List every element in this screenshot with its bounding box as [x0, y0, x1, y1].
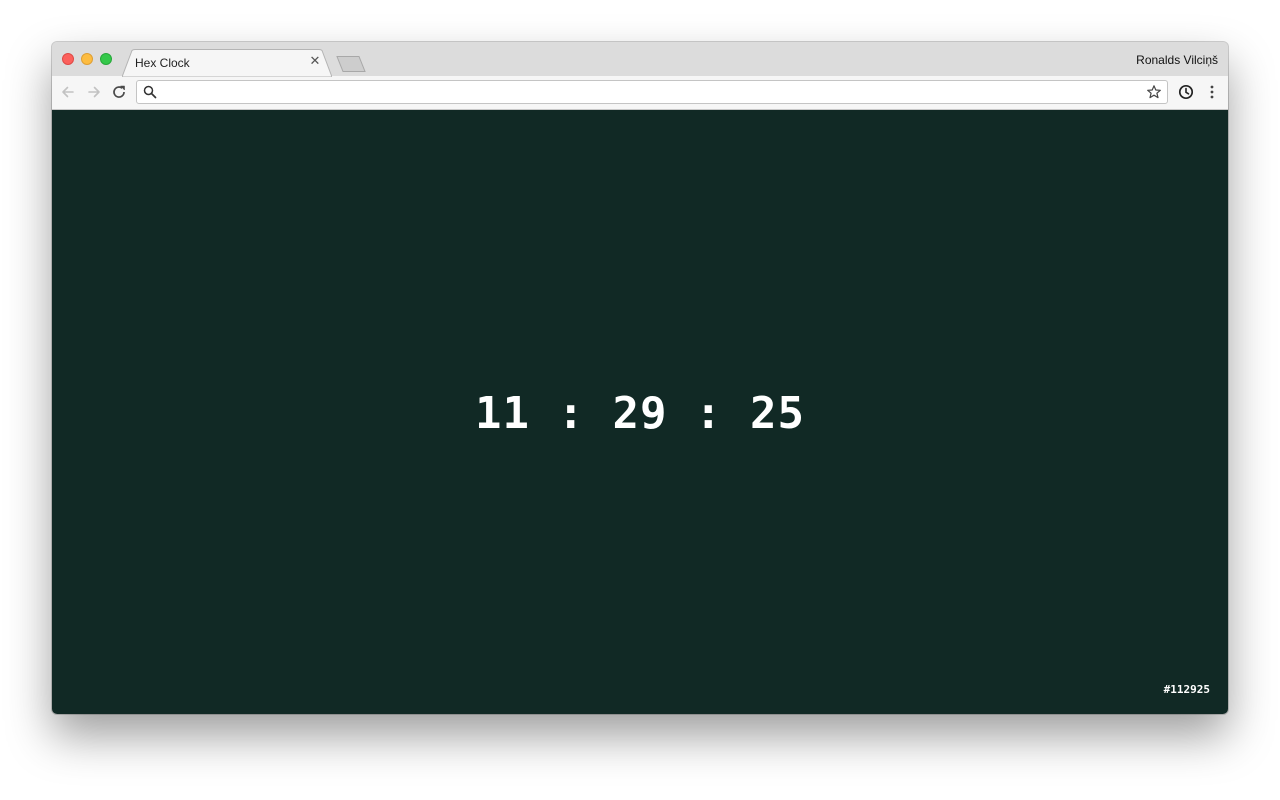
window-minimize-button[interactable] — [81, 53, 93, 65]
search-icon — [143, 85, 157, 99]
star-icon[interactable] — [1146, 84, 1162, 100]
kebab-menu-icon[interactable] — [1202, 82, 1222, 102]
window-close-button[interactable] — [62, 53, 74, 65]
address-input[interactable] — [163, 84, 1147, 102]
reload-icon[interactable] — [109, 82, 129, 102]
close-icon[interactable]: ✕ — [308, 54, 322, 68]
arrow-right-icon[interactable] — [84, 82, 104, 102]
clock-icon[interactable] — [1176, 82, 1196, 102]
arrow-left-icon[interactable] — [58, 82, 78, 102]
page-content: 11 : 29 : 25 #112925 — [52, 110, 1228, 714]
clock-seconds: 25 — [749, 388, 805, 439]
window-maximize-button[interactable] — [100, 53, 112, 65]
hex-color-label: #112925 — [1163, 683, 1210, 696]
clock-display: 11 : 29 : 25 — [52, 384, 1228, 444]
tab-title: Hex Clock — [135, 56, 190, 70]
clock-separator: : — [557, 388, 585, 439]
address-bar[interactable] — [136, 80, 1168, 104]
browser-window: Hex Clock ✕ Ronalds Vilciņš 11: 29: 25… — [52, 42, 1228, 714]
tab-hex-clock[interactable]: Hex Clock ✕ — [122, 49, 332, 77]
browser-toolbar — [52, 76, 1228, 110]
new-tab-button[interactable] — [334, 55, 368, 73]
clock-separator: : — [694, 388, 723, 439]
clock-minutes: 29 — [612, 388, 668, 439]
clock-hours: 11 — [475, 388, 530, 439]
profile-name[interactable]: Ronalds Vilciņš — [1136, 53, 1218, 67]
tab-strip: Hex Clock ✕ Ronalds Vilciņš — [52, 42, 1228, 77]
